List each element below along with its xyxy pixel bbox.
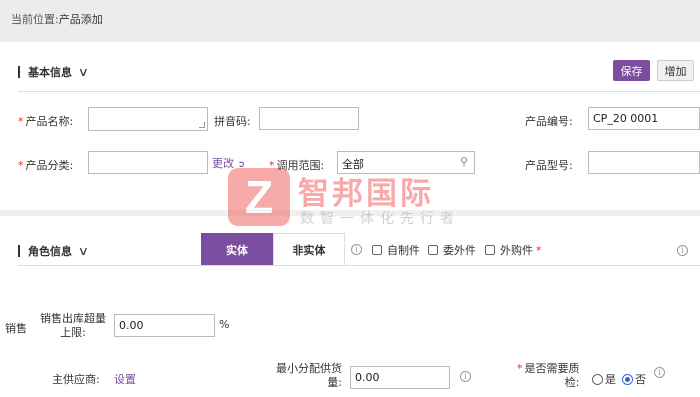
checkbox-self-made[interactable]: 自制件	[372, 242, 420, 258]
checkbox-box[interactable]	[428, 245, 438, 255]
checkbox-box[interactable]	[372, 245, 382, 255]
tab-non-physical[interactable]: 非实体	[273, 233, 345, 266]
product-name-label: * 产品名称:	[18, 115, 74, 128]
breadcrumb: 当前位置:产品添加	[11, 11, 103, 27]
breadcrumb-current: 产品添加	[58, 13, 103, 26]
model-input[interactable]	[588, 151, 700, 174]
breadcrumb-bar	[0, 0, 700, 42]
info-icon[interactable]: i	[351, 244, 362, 255]
chevron-down-icon[interactable]: ∨	[78, 244, 89, 258]
section-marker	[18, 245, 20, 257]
model-label: 产品型号:	[525, 159, 573, 172]
product-code-label: 产品编号:	[525, 115, 573, 128]
chevron-down-icon[interactable]: ∨	[78, 65, 89, 79]
add-button[interactable]: 增加	[657, 60, 694, 81]
info-icon[interactable]: i	[460, 371, 471, 382]
pinyin-input[interactable]	[259, 107, 359, 130]
pinyin-label: 拼音码:	[214, 115, 251, 128]
watermark-logo: Z 智邦国际 数智一体化先行者	[228, 168, 488, 230]
section-divider	[18, 91, 700, 92]
qc-no-radio[interactable]	[622, 373, 633, 385]
basic-info-title: 基本信息	[28, 66, 72, 79]
qc-yes-radio[interactable]	[592, 373, 603, 385]
tab-physical[interactable]: 实体	[201, 233, 273, 266]
main-supplier-label: 主供应商:	[52, 373, 100, 386]
percent-unit: %	[219, 318, 230, 331]
search-icon[interactable]: ⚲	[460, 155, 468, 168]
overlimit-input[interactable]: 0.00	[114, 314, 215, 337]
role-info-header[interactable]: 角色信息 ∨	[18, 243, 89, 259]
role-info-title: 角色信息	[28, 245, 72, 258]
checkbox-purchased[interactable]: 外购件 *	[485, 242, 542, 258]
checkbox-box[interactable]	[485, 245, 495, 255]
basic-info-header[interactable]: 基本信息 ∨	[18, 64, 89, 80]
supplier-settings-link[interactable]: 设置	[114, 371, 136, 387]
category-label: * 产品分类:	[18, 159, 74, 172]
info-icon[interactable]: i	[677, 245, 688, 256]
product-code-input[interactable]: CP_20 0001	[588, 107, 700, 130]
resize-handle-icon[interactable]	[199, 122, 205, 128]
section-divider	[18, 265, 700, 266]
section-marker	[18, 66, 20, 78]
product-name-textarea[interactable]	[88, 107, 208, 131]
checkbox-outsourced[interactable]: 委外件	[428, 242, 476, 258]
sales-label: 销售	[5, 322, 27, 335]
watermark-name: 智邦国际	[298, 176, 434, 212]
qc-label: * 是否需要质 检:	[517, 362, 580, 389]
breadcrumb-prefix: 当前位置:	[11, 13, 59, 26]
save-button[interactable]: 保存	[613, 60, 650, 81]
watermark-logo-mark: Z	[228, 168, 290, 226]
min-alloc-label: 最小分配供货 量:	[276, 362, 342, 389]
overlimit-label: 销售出库超量 上限:	[40, 312, 106, 339]
watermark-slogan: 数智一体化先行者	[300, 211, 460, 227]
qc-radio-group[interactable]: 是 否	[592, 371, 646, 387]
category-input[interactable]	[88, 151, 208, 174]
info-icon[interactable]: i	[654, 367, 665, 378]
min-alloc-input[interactable]: 0.00	[350, 366, 450, 389]
